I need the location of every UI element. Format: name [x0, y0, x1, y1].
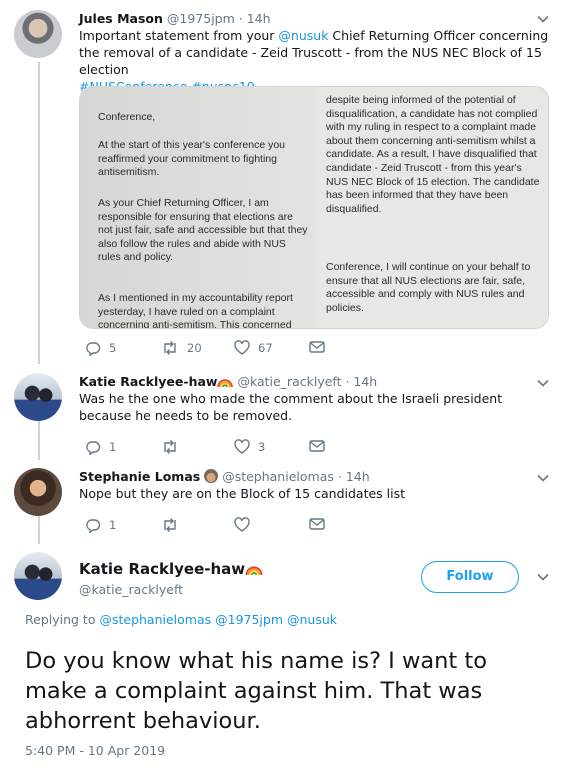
retweet-icon [161, 340, 179, 356]
avatar[interactable] [14, 373, 62, 421]
dm-button[interactable] [309, 517, 325, 531]
doc-paragraph: Conference, [98, 111, 156, 123]
chevron-down-icon[interactable] [536, 12, 550, 26]
like-icon [234, 439, 250, 455]
handle-and-time[interactable]: @stephanielomas · 14h [222, 469, 369, 484]
reply-count: 1 [109, 440, 117, 454]
document-page-right: despite being informed of the potential … [316, 87, 548, 328]
reply-button[interactable]: 5 [85, 340, 116, 356]
reply-icon [85, 439, 101, 455]
display-name[interactable]: Katie Racklyee-haw [79, 374, 217, 389]
reply-count: 5 [109, 341, 117, 355]
doc-paragraph: At the start of this year's conference y… [98, 139, 286, 179]
chevron-down-icon[interactable] [536, 570, 550, 584]
doc-paragraph: As your Chief Returning Officer, I am re… [98, 197, 308, 264]
like-count: 67 [258, 341, 273, 355]
tweet-header: Katie Racklyee-haw @katie_racklyeft · 14… [79, 374, 377, 391]
avatar[interactable] [14, 10, 62, 58]
tweet-actions: 5 20 67 [79, 340, 379, 358]
mention-link[interactable]: @nusuk [278, 28, 328, 43]
doc-paragraph: despite being informed of the potential … [326, 94, 540, 215]
avatar[interactable] [14, 468, 62, 516]
reply-icon [85, 517, 101, 533]
rainbow-icon [245, 562, 263, 580]
reply-count: 1 [109, 518, 117, 532]
handle-and-time[interactable]: @1975jpm · 14h [167, 11, 271, 26]
retweet-icon [161, 517, 179, 533]
replying-to: Replying to @stephanielomas @1975jpm @nu… [25, 612, 338, 627]
reply-button[interactable]: 1 [85, 517, 116, 533]
dm-icon [309, 517, 325, 531]
tweet-jules-mason[interactable]: Jules Mason @1975jpm · 14h Important sta… [0, 0, 568, 370]
dm-button[interactable] [309, 340, 325, 354]
rainbow-icon [217, 376, 234, 391]
main-display-name[interactable]: Katie Racklyee-haw [79, 560, 263, 580]
tweet-header: Stephanie Lomas @stephanielomas · 14h [79, 469, 370, 484]
document-image[interactable]: Conference, At the start of this year's … [79, 86, 549, 329]
reply-icon [85, 340, 101, 356]
emoji-icon [204, 469, 219, 483]
avatar[interactable] [14, 552, 62, 600]
like-icon [234, 340, 250, 356]
like-button[interactable]: 3 [234, 439, 265, 455]
document-page-left: Conference, At the start of this year's … [80, 87, 316, 329]
tweet-text: Important statement from your @nusuk Chi… [79, 27, 549, 95]
tweet-timestamp[interactable]: 5:40 PM - 10 Apr 2019 [25, 743, 165, 758]
follow-button[interactable]: Follow [421, 561, 519, 593]
like-icon [234, 517, 250, 533]
doc-paragraph: Conference, I will continue on your beha… [326, 261, 531, 314]
reply-button[interactable]: 1 [85, 439, 116, 455]
tweet-text: Nope but they are on the Block of 15 can… [79, 486, 406, 501]
tweet-actions: 1 3 [79, 439, 379, 457]
handle-and-time[interactable]: @katie_racklyeft · 14h [237, 374, 377, 389]
doc-paragraph: As I mentioned in my accountability repo… [98, 292, 293, 329]
tweet-actions: 1 [79, 517, 379, 535]
retweet-count: 20 [187, 341, 202, 355]
chevron-down-icon[interactable] [536, 471, 550, 485]
chevron-down-icon[interactable] [536, 376, 550, 390]
retweet-button[interactable]: 20 [161, 340, 202, 356]
retweet-button[interactable] [161, 517, 187, 533]
main-tweet-text: Do you know what his name is? I want to … [25, 648, 487, 734]
main-handle[interactable]: @katie_racklyeft [79, 582, 183, 597]
tweet-text: Was he the one who made the comment abou… [79, 391, 503, 423]
like-button[interactable] [234, 517, 258, 533]
display-name[interactable]: Jules Mason [79, 11, 163, 26]
retweet-button[interactable] [161, 439, 187, 455]
dm-button[interactable] [309, 439, 325, 453]
tweet-header: Jules Mason @1975jpm · 14h [79, 11, 271, 26]
like-button[interactable]: 67 [234, 340, 273, 356]
tweet-katie-reply[interactable]: Katie Racklyee-haw @katie_racklyeft · 14… [0, 370, 568, 458]
dm-icon [309, 439, 325, 453]
display-name[interactable]: Stephanie Lomas [79, 469, 200, 484]
tweet-stephanie-reply[interactable]: Stephanie Lomas @stephanielomas · 14h No… [0, 466, 568, 540]
like-count: 3 [258, 440, 266, 454]
retweet-icon [161, 439, 179, 455]
replying-to-links[interactable]: @stephanielomas @1975jpm @nusuk [99, 612, 337, 627]
dm-icon [309, 340, 325, 354]
